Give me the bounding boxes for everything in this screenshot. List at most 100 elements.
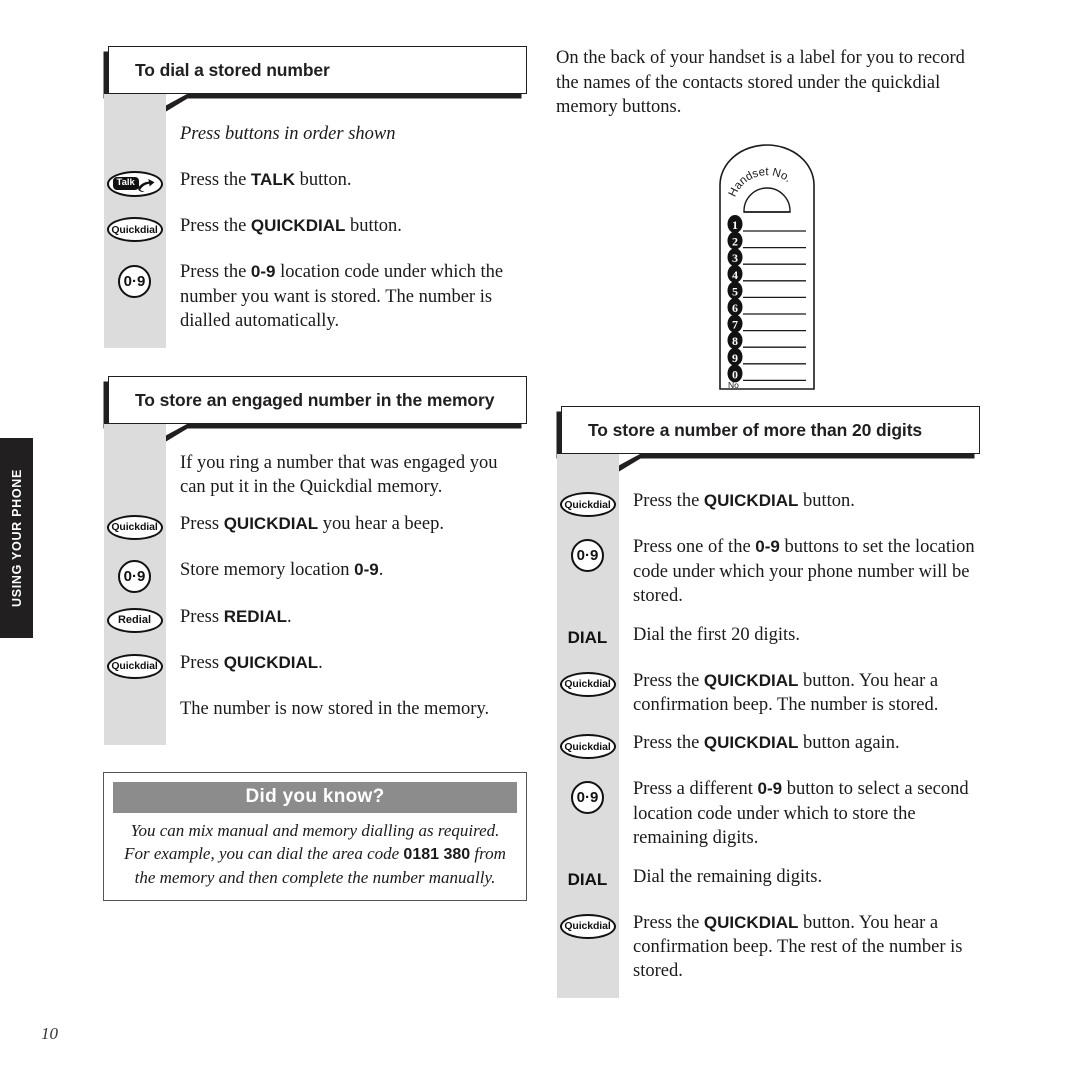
step-icon-cell: Redial — [103, 605, 166, 633]
intro-paragraph: On the back of your handset is a label f… — [556, 48, 965, 118]
step-text: Press a different 0-9 button to select a… — [633, 779, 969, 849]
step-text: Press one of the 0-9 buttons to set the … — [633, 537, 975, 607]
side-tab-label: USING YOUR PHONE — [9, 468, 24, 608]
section-3-steps: Quickdial Press the QUICKDIAL button. 0·… — [556, 454, 980, 998]
quickdial-key-icon: Quickdial — [559, 913, 616, 939]
step-bold-token: 0-9 — [250, 262, 276, 282]
step-text: Press the QUICKDIAL button. — [180, 216, 402, 237]
step-icon-cell: 0·9 — [556, 777, 619, 815]
did-you-know-box: Did you know? You can mix manual and mem… — [103, 771, 527, 901]
step-row: 0·9 Press the 0-9 location code under wh… — [103, 260, 527, 347]
step-icon-cell: Quickdial — [103, 651, 166, 679]
step-text: Dial the remaining digits. — [633, 866, 823, 887]
step-row: Press buttons in order shown — [103, 94, 527, 168]
handset-icon — [135, 176, 157, 199]
handset-label-diagram: Handset No. 1 2 3 4 5 6 7 8 9 0 No — [718, 143, 816, 391]
step-text: Dial the first 20 digits. — [633, 624, 800, 645]
side-tab-using-your-phone: USING YOUR PHONE — [0, 438, 33, 638]
dyk-bold-number: 0181 380 — [403, 846, 471, 864]
handset-label-footer: No — [728, 380, 739, 390]
section-3-header-callout: To store a number of more than 20 digits — [556, 406, 980, 481]
dial-key-icon: DIAL — [567, 627, 608, 647]
page-number: 10 — [41, 1024, 58, 1043]
step-text: The number is now stored in the memory. — [180, 698, 490, 719]
section-1-steps: Press buttons in order shown Talk Press … — [103, 94, 527, 348]
zero-nine-key-icon: 0·9 — [571, 781, 604, 815]
step-text: Press the QUICKDIAL button. — [633, 491, 855, 512]
step-row: Quickdial Press QUICKDIAL you hear a bee… — [103, 512, 527, 558]
step-bold-token: QUICKDIAL — [250, 216, 346, 236]
step-bold-token: QUICKDIAL — [223, 652, 319, 672]
zero-nine-key-icon: 0·9 — [118, 559, 151, 593]
step-text: Press the QUICKDIAL button. You hear a c… — [633, 670, 939, 716]
zero-nine-key-icon: 0·9 — [118, 265, 151, 299]
svg-text:2: 2 — [732, 235, 738, 249]
step-text: Store memory location 0-9. — [180, 559, 384, 580]
step-row: DIAL Dial the first 20 digits. — [556, 623, 980, 669]
step-row: Talk Press the TALK button. — [103, 168, 527, 214]
quickdial-key-icon: Quickdial — [559, 734, 616, 760]
section-1-heading: To dial a stored number — [135, 60, 330, 80]
step-row: 0·9 Press one of the 0-9 buttons to set … — [556, 535, 980, 622]
step-icon-cell: Quickdial — [556, 731, 619, 760]
step-row: Quickdial Press the QUICKDIAL button. Yo… — [556, 911, 980, 998]
svg-text:8: 8 — [732, 334, 738, 348]
redial-key-icon: Redial — [106, 607, 163, 633]
step-icon-cell: Quickdial — [103, 512, 166, 540]
step-text: Press the 0-9 location code under which … — [180, 262, 504, 332]
did-you-know-body: You can mix manual and memory dialling a… — [104, 819, 526, 890]
right-column: On the back of your handset is a label f… — [556, 46, 980, 134]
step-bold-token: QUICKDIAL — [223, 513, 319, 533]
step-row: 0·9 Press a different 0-9 button to sele… — [556, 777, 980, 864]
step-icon-cell: DIAL — [556, 865, 619, 890]
section-3-block: To store a number of more than 20 digits… — [556, 406, 980, 998]
step-text: Press QUICKDIAL. — [180, 652, 323, 673]
step-bold-token: QUICKDIAL — [703, 491, 799, 511]
svg-text:7: 7 — [732, 318, 738, 332]
step-row: The number is now stored in the memory. — [103, 697, 527, 745]
step-icon-cell: 0·9 — [103, 260, 166, 299]
quickdial-key-icon: Quickdial — [106, 653, 163, 679]
step-text: Press REDIAL. — [180, 606, 292, 627]
step-row: 0·9 Store memory location 0-9. — [103, 558, 527, 605]
step-icon-cell: Quickdial — [556, 669, 619, 697]
manual-page: USING YOUR PHONE To dial a stored number… — [0, 0, 1080, 1080]
svg-text:1: 1 — [732, 218, 738, 232]
step-text: Press the QUICKDIAL button. You hear a c… — [633, 912, 963, 982]
step-icon-cell — [103, 697, 166, 700]
step-row: Quickdial Press QUICKDIAL. — [103, 651, 527, 697]
dial-key-icon: DIAL — [567, 869, 608, 889]
step-icon-cell: 0·9 — [103, 558, 166, 593]
step-icon-cell: DIAL — [556, 623, 619, 648]
step-icon-cell: Talk — [103, 168, 166, 199]
quickdial-key-icon: Quickdial — [559, 671, 616, 697]
step-row: Redial Press REDIAL. — [103, 605, 527, 651]
step-text: Press the TALK button. — [180, 170, 352, 191]
step-row: Quickdial Press the QUICKDIAL button. — [556, 454, 980, 535]
step-icon-cell: Quickdial — [103, 214, 166, 243]
step-icon-cell — [103, 122, 166, 125]
svg-text:3: 3 — [732, 251, 738, 265]
step-bold-token: 0-9 — [354, 559, 379, 579]
step-text: If you ring a number that was engaged yo… — [180, 453, 498, 498]
zero-nine-key-icon: 0·9 — [571, 539, 604, 573]
step-icon-cell: Quickdial — [556, 489, 619, 518]
step-text: Press QUICKDIAL you hear a beep. — [180, 513, 444, 534]
step-row: DIAL Dial the remaining digits. — [556, 865, 980, 911]
step-row: Quickdial Press the QUICKDIAL button. — [103, 214, 527, 260]
step-row: If you ring a number that was engaged yo… — [103, 424, 527, 512]
step-bold-token: TALK — [250, 170, 295, 190]
section-1-header-callout: To dial a stored number — [103, 46, 527, 121]
svg-text:4: 4 — [732, 268, 738, 282]
step-bold-token: QUICKDIAL — [703, 912, 799, 932]
section-2-steps: If you ring a number that was engaged yo… — [103, 424, 527, 745]
talk-key-icon: Talk — [106, 171, 163, 199]
step-bold-token: REDIAL — [223, 606, 287, 626]
step-bold-token: 0-9 — [757, 779, 783, 799]
step-text: Press buttons in order shown — [180, 124, 396, 145]
quickdial-key-icon: Quickdial — [559, 492, 616, 518]
section-3-heading: To store a number of more than 20 digits — [588, 420, 923, 440]
step-text: Press the QUICKDIAL button again. — [633, 733, 900, 754]
step-bold-token: QUICKDIAL — [703, 670, 799, 690]
step-icon-cell — [103, 451, 166, 454]
